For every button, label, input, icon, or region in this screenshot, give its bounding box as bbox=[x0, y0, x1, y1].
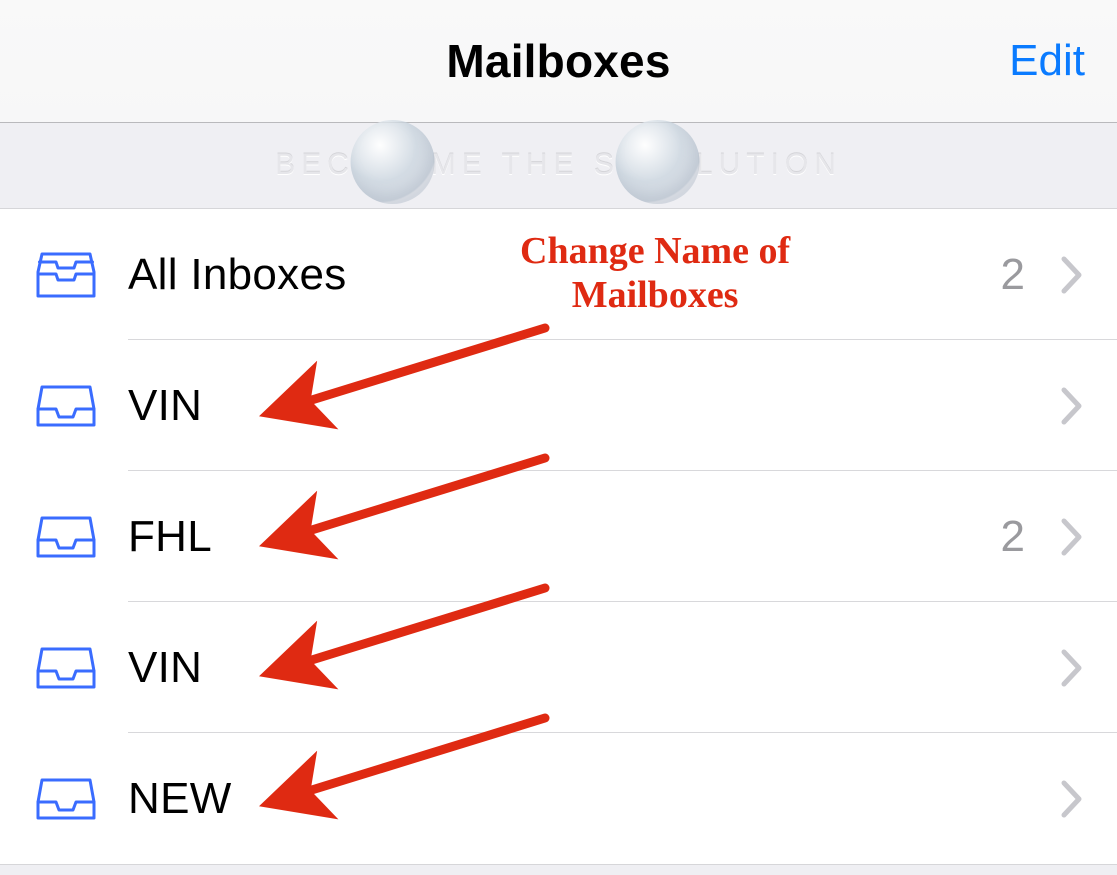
chevron-right-icon bbox=[1061, 256, 1083, 294]
label-mask bbox=[256, 471, 696, 602]
chevron-right-icon bbox=[1061, 518, 1083, 556]
mailbox-label: NEW bbox=[128, 774, 232, 824]
mailbox-label: VIN bbox=[128, 643, 202, 693]
section-header: BEC ME THE S LUTION bbox=[0, 123, 1117, 209]
bubble-icon bbox=[616, 120, 700, 204]
all-inboxes-icon bbox=[36, 250, 96, 300]
nav-bar: Mailboxes Edit bbox=[0, 0, 1117, 123]
mailbox-label: VIN bbox=[128, 381, 202, 431]
watermark-part3: LUTION bbox=[696, 147, 842, 180]
chevron-right-icon bbox=[1061, 649, 1083, 687]
chevron-right-icon bbox=[1061, 780, 1083, 818]
chevron-right-icon bbox=[1061, 387, 1083, 425]
page-title: Mailboxes bbox=[446, 34, 670, 88]
edit-button[interactable]: Edit bbox=[1009, 36, 1085, 86]
label-mask bbox=[256, 733, 696, 864]
mailbox-row-all-inboxes[interactable]: All Inboxes 2 bbox=[0, 209, 1117, 340]
mailbox-row[interactable]: NEW bbox=[0, 733, 1117, 864]
inbox-icon bbox=[36, 774, 96, 824]
label-mask bbox=[256, 340, 696, 471]
mailbox-row[interactable]: FHL 2 bbox=[0, 471, 1117, 602]
inbox-icon bbox=[36, 381, 96, 431]
list-footer-strip bbox=[0, 864, 1117, 875]
mailbox-label: FHL bbox=[128, 512, 212, 562]
watermark-text: BEC ME THE S LUTION bbox=[275, 124, 842, 208]
label-mask bbox=[256, 602, 696, 733]
watermark-part2: ME THE S bbox=[431, 147, 620, 180]
watermark-part1: BEC bbox=[275, 147, 355, 180]
unread-count: 2 bbox=[1001, 512, 1025, 562]
bubble-icon bbox=[351, 120, 435, 204]
mailbox-row[interactable]: VIN bbox=[0, 602, 1117, 733]
mailbox-row[interactable]: VIN bbox=[0, 340, 1117, 471]
inbox-icon bbox=[36, 643, 96, 693]
inbox-icon bbox=[36, 512, 96, 562]
mailbox-list: All Inboxes 2 VIN bbox=[0, 209, 1117, 864]
unread-count: 2 bbox=[1001, 250, 1025, 300]
mailbox-label: All Inboxes bbox=[128, 250, 347, 300]
